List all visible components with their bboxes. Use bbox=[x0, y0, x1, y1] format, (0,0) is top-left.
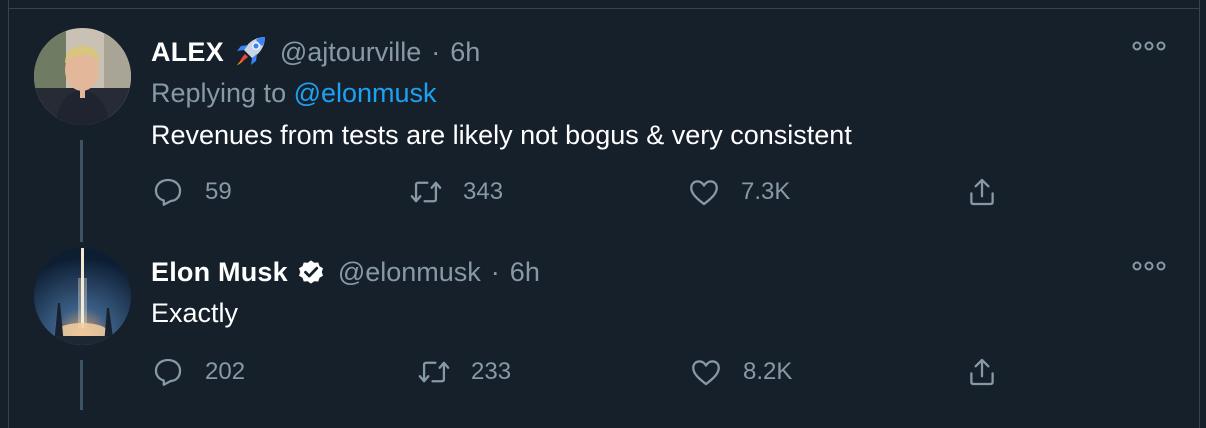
timestamp[interactable]: 6h bbox=[510, 257, 540, 288]
retweet-button[interactable]: 233 bbox=[417, 354, 511, 390]
tweet-header: ALEX @ajtourville · 6h bbox=[151, 34, 480, 70]
tweet-actions: 59 343 7.3K bbox=[151, 174, 1186, 210]
reply-count: 202 bbox=[205, 358, 246, 385]
share-button[interactable] bbox=[965, 174, 999, 210]
avatar[interactable] bbox=[34, 28, 131, 125]
window-frame-left bbox=[0, 0, 9, 428]
rocket-icon bbox=[232, 34, 268, 70]
tweet[interactable]: Elon Musk @elonmusk · 6h Exactly 202 233… bbox=[34, 248, 1186, 418]
tweet-header: Elon Musk @elonmusk · 6h bbox=[151, 254, 540, 290]
separator: · bbox=[431, 36, 441, 67]
heart-icon bbox=[692, 360, 720, 386]
author-handle[interactable]: @elonmusk bbox=[338, 257, 481, 288]
verified-badge-icon bbox=[296, 257, 326, 287]
divider bbox=[8, 8, 1200, 9]
reply-button[interactable]: 59 bbox=[151, 174, 232, 210]
heart-icon bbox=[690, 180, 718, 206]
like-count: 8.2K bbox=[743, 358, 793, 385]
author-name[interactable]: Elon Musk bbox=[151, 257, 288, 288]
mention-link[interactable]: @elonmusk bbox=[294, 78, 437, 108]
author-name[interactable]: ALEX bbox=[151, 37, 224, 68]
more-icon[interactable] bbox=[1132, 38, 1166, 54]
share-icon bbox=[970, 178, 994, 206]
retweet-button[interactable]: 343 bbox=[409, 174, 503, 210]
thread-line bbox=[80, 360, 83, 410]
author-handle[interactable]: @ajtourville bbox=[280, 37, 421, 68]
avatar-photo bbox=[34, 248, 131, 345]
thread-line bbox=[80, 140, 83, 242]
share-button[interactable] bbox=[965, 354, 999, 390]
like-count: 7.3K bbox=[741, 178, 791, 205]
retweet-count: 343 bbox=[463, 178, 504, 205]
separator: · bbox=[490, 256, 500, 287]
replying-prefix: Replying to bbox=[151, 78, 294, 108]
share-icon bbox=[970, 358, 994, 386]
timestamp[interactable]: 6h bbox=[450, 37, 480, 68]
reply-icon bbox=[154, 178, 182, 206]
tweet-text: Revenues from tests are likely not bogus… bbox=[151, 120, 852, 150]
tweet[interactable]: ALEX @ajtourville · 6h Replying to @elon… bbox=[34, 28, 1186, 242]
like-button[interactable]: 7.3K bbox=[687, 174, 790, 210]
replying-to: Replying to @elonmusk bbox=[151, 78, 437, 109]
avatar-photo bbox=[34, 28, 131, 125]
retweet-icon bbox=[410, 181, 442, 203]
avatar[interactable] bbox=[34, 248, 131, 345]
retweet-icon bbox=[418, 361, 450, 383]
reply-button[interactable]: 202 bbox=[151, 354, 245, 390]
like-button[interactable]: 8.2K bbox=[689, 354, 792, 390]
tweet-text: Exactly bbox=[151, 298, 239, 328]
more-icon[interactable] bbox=[1132, 258, 1166, 274]
reply-count: 59 bbox=[205, 178, 232, 205]
tweet-actions: 202 233 8.2K bbox=[151, 354, 1186, 390]
retweet-count: 233 bbox=[471, 358, 512, 385]
window-frame-right bbox=[1199, 0, 1206, 428]
reply-icon bbox=[154, 358, 182, 386]
